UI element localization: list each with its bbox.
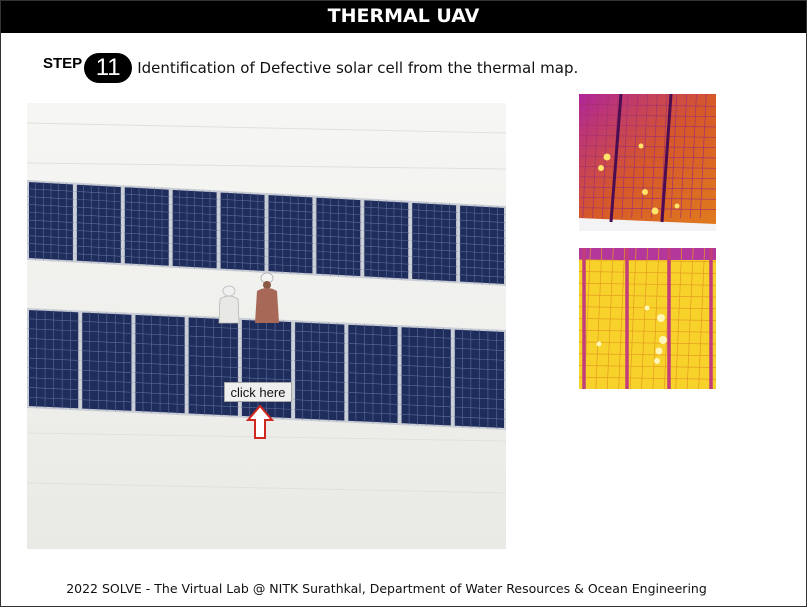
step-number-badge: 11: [84, 53, 133, 83]
solar-panel-photo: click here: [27, 103, 506, 549]
step-description: Identification of Defective solar cell f…: [137, 59, 579, 77]
thermal-map-yellow-palette: [579, 248, 716, 389]
solar-panel-illustration: [27, 103, 506, 549]
page-title: THERMAL UAV: [1, 1, 806, 33]
step-instruction: STEP 11 Identification of Defective sola…: [43, 51, 578, 85]
thermal-map-iron-palette: [579, 94, 716, 231]
thermal-image-bottom: [579, 248, 716, 389]
step-label: STEP: [43, 54, 83, 72]
up-arrow-icon: [246, 404, 274, 439]
app-window: THERMAL UAV STEP 11 Identification of De…: [0, 0, 807, 607]
click-here-button[interactable]: click here: [224, 382, 292, 402]
thermal-image-top: [579, 94, 716, 231]
footer-credit: 2022 SOLVE - The Virtual Lab @ NITK Sura…: [66, 581, 707, 596]
